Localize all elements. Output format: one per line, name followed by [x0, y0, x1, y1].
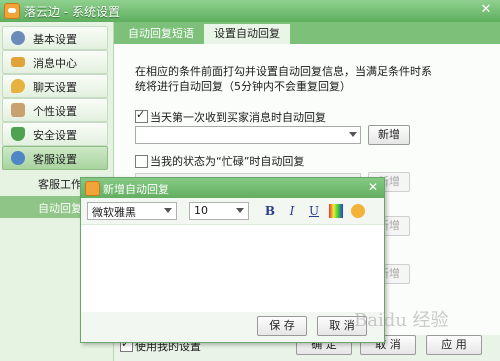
sidebar-item-basic[interactable]: 基本设置 — [2, 26, 108, 50]
font-size-value: 10 — [194, 204, 208, 217]
gear-icon — [11, 31, 25, 45]
watermark: Baidu 经验 — [354, 310, 449, 331]
sidebar-item-label: 消息中心 — [33, 57, 77, 70]
window-title: 落云边 - 系统设置 — [24, 5, 120, 19]
sidebar-item-messages[interactable]: 消息中心 — [2, 50, 108, 74]
font-size-select[interactable]: 10 — [189, 202, 249, 220]
option1-reply-select[interactable] — [135, 126, 361, 144]
font-family-value: 微软雅黑 — [92, 206, 136, 219]
chat-bubble-icon — [11, 79, 25, 93]
dialog-title-bar: 新增自动回复 ✕ — [81, 178, 384, 198]
tab-set-auto-reply[interactable]: 设置自动回复 — [204, 24, 290, 44]
chevron-down-icon — [349, 132, 357, 137]
title-bar: 落云边 - 系统设置 ✕ — [0, 0, 500, 22]
description-text: 在相应的条件前面打勾并设置自动回复信息，当满足条件时系统将进行自动回复（5分钟内… — [135, 65, 432, 93]
sidebar-item-security[interactable]: 安全设置 — [2, 122, 108, 146]
shield-icon — [11, 127, 25, 141]
new-auto-reply-dialog: 新增自动回复 ✕ 微软雅黑 10 B I U 保 存 取 消 — [80, 177, 385, 343]
option1-label: 当天第一次收到买家消息时自动回复 — [150, 111, 326, 124]
envelope-icon — [11, 57, 25, 67]
emoji-icon[interactable] — [351, 204, 365, 218]
sidebar-item-customer-service[interactable]: 客服设置 — [2, 146, 108, 170]
format-toolbar: 微软雅黑 10 B I U — [81, 198, 384, 225]
close-icon[interactable]: ✕ — [478, 2, 494, 18]
apply-button[interactable]: 应 用 — [426, 335, 482, 355]
save-button[interactable]: 保 存 — [257, 316, 307, 336]
app-logo-icon — [85, 181, 100, 196]
italic-button[interactable]: I — [285, 204, 299, 218]
sidebar-item-label: 个性设置 — [33, 105, 77, 118]
app-logo-icon — [4, 3, 20, 19]
option2-label: 当我的状态为“忙碌”时自动回复 — [150, 155, 305, 168]
font-family-select[interactable]: 微软雅黑 — [87, 202, 177, 220]
dialog-footer: 保 存 取 消 — [81, 312, 384, 342]
reply-text-area[interactable] — [85, 228, 380, 310]
color-palette-icon[interactable] — [329, 204, 343, 218]
settings-window: 落云边 - 系统设置 ✕ 基本设置 消息中心 聊天设置 个性设置 安全设置 客服… — [0, 0, 500, 361]
sidebar-item-label: 安全设置 — [33, 129, 77, 142]
chevron-down-icon — [236, 208, 244, 213]
sidebar-item-label: 客服设置 — [33, 153, 77, 166]
close-icon[interactable]: ✕ — [366, 180, 380, 194]
bold-button[interactable]: B — [263, 204, 277, 218]
option2-checkbox[interactable] — [135, 155, 148, 168]
tab-bar: 自动回复短语 设置自动回复 — [114, 22, 500, 44]
dialog-title: 新增自动回复 — [103, 183, 169, 196]
add-button[interactable]: 新增 — [368, 125, 410, 145]
sidebar-item-personal[interactable]: 个性设置 — [2, 98, 108, 122]
chevron-down-icon — [164, 208, 172, 213]
sidebar-item-label: 聊天设置 — [33, 81, 77, 94]
sidebar-item-chat[interactable]: 聊天设置 — [2, 74, 108, 98]
sidebar-subitem-label: 客服工作 — [38, 178, 82, 191]
tab-auto-reply-phrases[interactable]: 自动回复短语 — [118, 24, 204, 44]
sidebar-item-label: 基本设置 — [33, 33, 77, 46]
headset-icon — [11, 151, 25, 165]
sidebar-subitem-label: 自动回复 — [38, 202, 82, 215]
card-icon — [11, 103, 25, 117]
option1-checkbox[interactable] — [135, 108, 148, 123]
underline-button[interactable]: U — [307, 204, 321, 218]
